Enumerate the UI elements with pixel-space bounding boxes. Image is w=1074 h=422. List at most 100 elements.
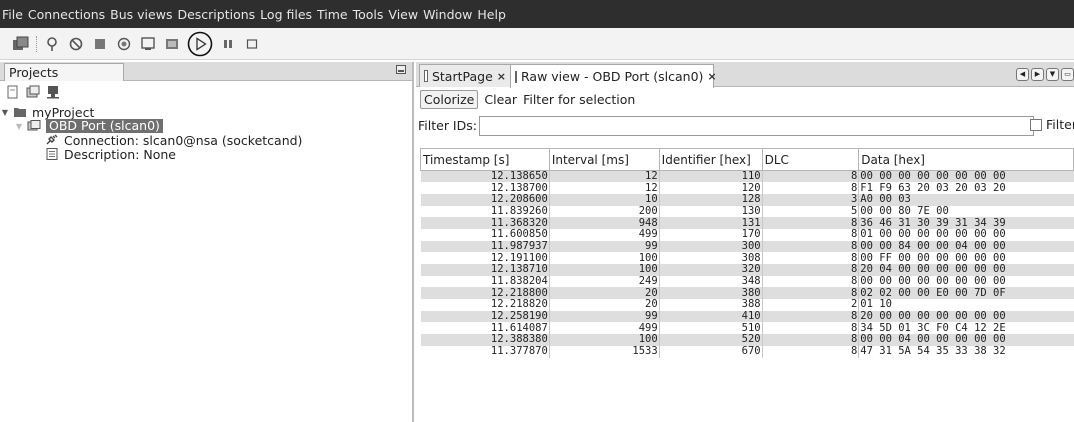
table-row[interactable]: 11.368320 948 131 8 36 46 31 30 39 31 34 39 [420, 217, 1074, 229]
menu-descriptions[interactable]: Descriptions [177, 7, 255, 22]
tab-startpage[interactable]: StartPage × [419, 64, 511, 87]
clear-icon[interactable] [243, 35, 261, 53]
table-row[interactable]: 11.839260 200 130 5 00 00 80 7E 00 [420, 205, 1074, 218]
add-connection-icon[interactable] [46, 85, 60, 99]
add-port-icon[interactable] [26, 85, 40, 99]
tree-item-description[interactable]: Description: None [0, 147, 412, 162]
menu-view[interactable]: View [388, 7, 418, 22]
table-row[interactable]: 11.987937 99 300 8 00 00 84 00 00 04 00 00 [420, 240, 1074, 253]
cell-identifier: 348 [659, 275, 763, 288]
plug-icon [46, 134, 58, 145]
tab-navigation: ◀ ▶ ▼ ▭ [1014, 68, 1074, 81]
cell-identifier: 308 [659, 252, 763, 264]
table-row[interactable]: 11.377870 1533 670 8 47 31 5A 54 35 33 38 32 [420, 345, 1074, 358]
cell-data: 01 00 00 00 00 00 00 00 [858, 228, 1074, 241]
play-icon[interactable] [187, 31, 213, 57]
table-row[interactable]: 11.614087 499 510 8 34 5D 01 3C F0 C4 12 2E [420, 322, 1074, 335]
filter-checkbox[interactable] [1030, 119, 1042, 131]
table-row[interactable]: 12.388380 100 520 8 00 00 04 00 00 00 00 00 [420, 334, 1074, 346]
disconnect-icon[interactable] [67, 35, 85, 53]
menu-help[interactable]: Help [477, 7, 506, 22]
stop-icon[interactable] [91, 35, 109, 53]
new-file-icon[interactable] [6, 85, 20, 99]
menu-bar: File Connections Bus views Descriptions … [0, 0, 1074, 28]
cell-data: 00 00 04 00 00 00 00 00 [858, 334, 1074, 346]
cell-data: 02 02 00 00 E0 00 7D 0F [858, 287, 1074, 300]
menu-connections[interactable]: Connections [28, 7, 105, 22]
filter-for-selection-button[interactable]: Filter for selection [523, 92, 635, 107]
menu-time[interactable]: Time [317, 7, 348, 22]
table-row[interactable]: 12.218820 20 388 2 01 10 [420, 299, 1074, 311]
filter-ids-input[interactable] [478, 115, 1034, 136]
table-row[interactable]: 12.208600 10 128 3 A0 00 03 [420, 193, 1074, 206]
table-row[interactable]: 12.191100 100 308 8 00 FF 00 00 00 00 00 00 [420, 252, 1074, 264]
table-row[interactable]: 12.258190 99 410 8 20 00 00 00 00 00 00 00 [420, 310, 1074, 323]
cell-timestamp: 11.839260 [420, 205, 550, 218]
tree-item-port[interactable]: ▼ OBD Port (slcan0) [0, 119, 412, 133]
pause-icon[interactable] [219, 35, 237, 53]
connect-icon[interactable] [43, 35, 61, 53]
projects-panel: Projects ▼ myProject ▼ OBD Port (slcan0)… [0, 62, 414, 422]
image-icon[interactable] [163, 35, 181, 53]
record-icon[interactable] [115, 35, 133, 53]
expand-arrow-icon[interactable]: ▼ [0, 108, 10, 117]
cell-dlc: 3 [762, 193, 860, 206]
cell-data: 20 04 00 00 00 00 00 00 [858, 264, 1074, 276]
column-dlc[interactable]: DLC [761, 148, 860, 171]
table-row[interactable]: 12.138710 100 320 8 20 04 00 00 00 00 00 00 [420, 264, 1074, 276]
port-name: OBD Port (slcan0) [46, 119, 163, 133]
tab-list-icon[interactable]: ▼ [1046, 68, 1059, 81]
new-project-icon[interactable] [12, 35, 30, 53]
cell-identifier: 410 [659, 310, 763, 323]
expand-arrow-icon[interactable]: ▼ [14, 122, 24, 131]
filter-bar: Filter IDs: Filter [416, 112, 1074, 139]
colorize-button[interactable]: Colorize [420, 90, 479, 109]
table-row[interactable]: 11.838204 249 348 8 00 00 00 00 00 00 00 00 [420, 275, 1074, 288]
maximize-icon[interactable]: ▭ [1061, 68, 1074, 81]
projects-tab[interactable]: Projects [4, 63, 124, 81]
cell-dlc: 2 [762, 299, 860, 311]
save-icon[interactable] [139, 35, 157, 53]
clear-button[interactable]: Clear [484, 92, 517, 107]
tree-item-connection[interactable]: Connection: slcan0@nsa (socketcand) [0, 132, 412, 148]
connection-label: Connection: slcan0@nsa (socketcand) [64, 132, 303, 148]
column-interval[interactable]: Interval [ms] [548, 148, 660, 171]
page-icon [515, 70, 517, 83]
close-icon[interactable]: × [497, 70, 506, 83]
column-timestamp[interactable]: Timestamp [s] [420, 148, 550, 171]
toolbar-separator [36, 35, 37, 52]
cell-identifier: 130 [659, 205, 763, 218]
menu-tools[interactable]: Tools [353, 7, 384, 22]
column-data[interactable]: Data [hex] [858, 148, 1074, 171]
document-icon [46, 148, 58, 160]
table-row[interactable]: 12.218800 20 380 8 02 02 00 00 E0 00 7D 0F [420, 287, 1074, 300]
table-row[interactable]: 11.600850 499 170 8 01 00 00 00 00 00 00 00 [420, 228, 1074, 241]
scroll-left-icon[interactable]: ◀ [1016, 68, 1029, 81]
cell-timestamp: 11.368320 [420, 217, 550, 229]
table-row[interactable]: 12.138650 12 110 8 00 00 00 00 00 00 00 00 [420, 170, 1074, 183]
close-icon[interactable]: × [707, 70, 716, 83]
table-row[interactable]: 12.138700 12 120 8 F1 F9 63 20 03 20 03 20 [420, 182, 1074, 194]
menu-bus-views[interactable]: Bus views [110, 7, 172, 22]
menu-log-files[interactable]: Log files [260, 7, 312, 22]
cell-data: A0 00 03 [858, 193, 1074, 206]
tab-raw-view[interactable]: Raw view - OBD Port (slcan0) × [510, 64, 717, 88]
column-identifier[interactable]: Identifier [hex] [658, 148, 763, 171]
projects-tab-bar: Projects [0, 62, 412, 81]
tree-item-project[interactable]: ▼ myProject [0, 105, 412, 120]
cell-data: 00 00 84 00 00 04 00 00 [858, 240, 1074, 253]
scroll-right-icon[interactable]: ▶ [1031, 68, 1044, 81]
minimize-icon[interactable] [396, 65, 406, 74]
cell-dlc: 8 [762, 240, 860, 253]
menu-window[interactable]: Window [423, 7, 472, 22]
filter-checkbox-label: Filter [1046, 117, 1074, 132]
cell-dlc: 8 [762, 310, 860, 323]
cell-identifier: 388 [659, 299, 763, 311]
cell-data: 36 46 31 30 39 31 34 39 [858, 217, 1074, 229]
cell-identifier: 520 [659, 334, 763, 346]
cell-dlc: 8 [762, 170, 860, 183]
menu-file[interactable]: File [2, 7, 23, 22]
folder-icon [14, 108, 26, 117]
cell-data: 34 5D 01 3C F0 C4 12 2E [858, 322, 1074, 335]
tab-label: StartPage [431, 68, 493, 84]
